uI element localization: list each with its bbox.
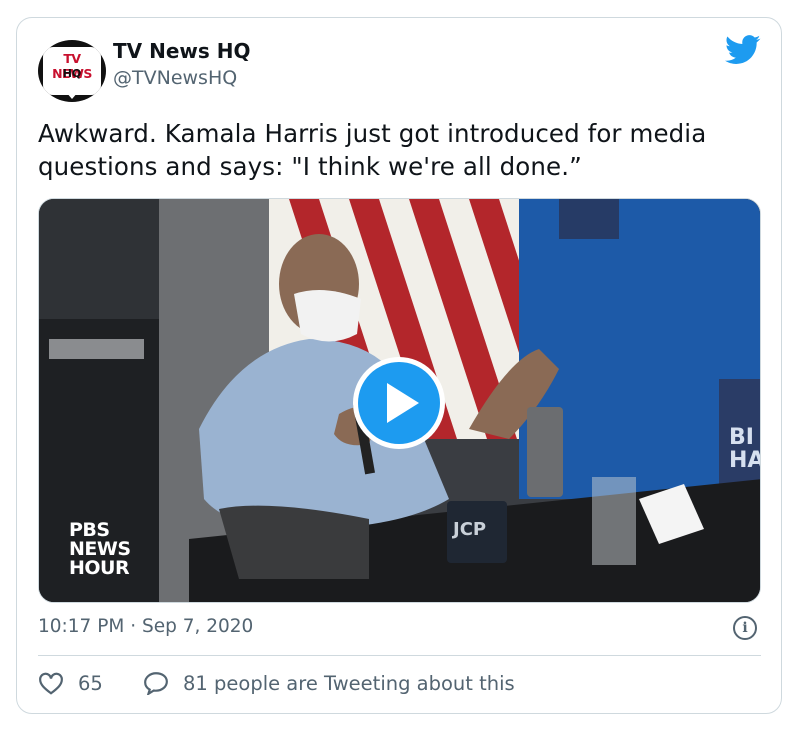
info-icon[interactable]: i — [733, 616, 757, 640]
twitter-bird-icon[interactable] — [725, 35, 761, 65]
display-name[interactable]: TV News HQ — [113, 39, 250, 63]
like-count: 65 — [78, 671, 103, 695]
svg-text:HA: HA — [729, 448, 761, 473]
tweet-activity-link[interactable]: 81 people are Tweeting about this — [143, 671, 515, 695]
svg-text:BI: BI — [729, 425, 754, 450]
play-button[interactable] — [353, 357, 445, 449]
avatar-logo-subtext: HQ — [62, 67, 82, 80]
tweet-text: Awkward. Kamala Harris just got introduc… — [38, 119, 707, 181]
divider — [38, 655, 761, 656]
speech-bubble-icon — [144, 672, 168, 695]
tweet-timestamp[interactable]: 10:17 PM · Sep 7, 2020 — [38, 616, 253, 637]
play-icon — [387, 383, 419, 423]
pbs-newshour-watermark: PBS NEWS HOUR — [69, 519, 131, 579]
svg-text:JCP: JCP — [451, 519, 486, 540]
like-button[interactable]: 65 — [38, 671, 103, 695]
activity-text: 81 people are Tweeting about this — [183, 671, 515, 695]
heart-icon — [39, 672, 63, 695]
avatar[interactable]: TV NEWS HQ — [38, 40, 106, 102]
tweet-card[interactable]: TV NEWS HQ TV News HQ @TVNewsHQ Awkward.… — [16, 17, 782, 714]
video-player[interactable]: BI HA JCP PBS NEWS HOUR — [38, 198, 761, 603]
user-handle[interactable]: @TVNewsHQ — [113, 67, 237, 89]
